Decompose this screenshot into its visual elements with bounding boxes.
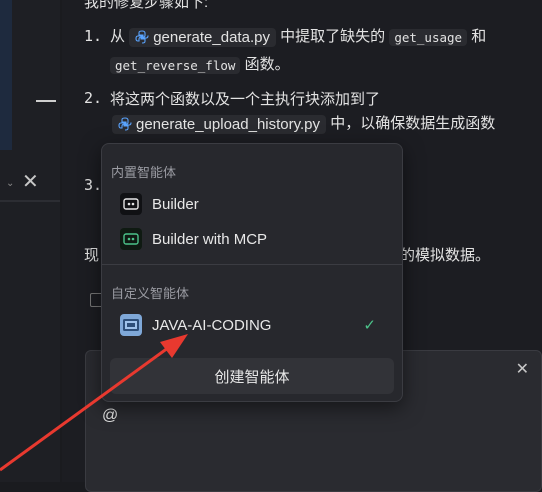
step-number: 3. bbox=[84, 176, 103, 194]
step-text: 中，以确保数据生成函数 bbox=[330, 115, 496, 132]
menu-item-builder-mcp[interactable]: Builder with MCP bbox=[110, 224, 394, 254]
more-icon[interactable]: ⌄ bbox=[6, 178, 14, 189]
menu-item-java-ai-coding[interactable]: JAVA-AI-CODING ✓ bbox=[110, 310, 394, 340]
step-text: 从 bbox=[110, 28, 126, 45]
summary-suffix: 的模拟数据。 bbox=[400, 247, 491, 264]
section-title-builtin: 内置智能体 bbox=[111, 165, 177, 180]
menu-item-builder[interactable]: Builder bbox=[110, 189, 394, 219]
step-text: 和 bbox=[471, 28, 487, 45]
close-icon[interactable]: ✕ bbox=[516, 359, 529, 379]
menu-item-label: Builder with MCP bbox=[152, 230, 268, 248]
section-title-custom: 自定义智能体 bbox=[111, 286, 190, 301]
step-2-line-2: generate_upload_history.py 中，以确保数据生成函数 bbox=[112, 112, 495, 134]
builder-mcp-icon bbox=[120, 228, 142, 250]
chat-input-value[interactable]: @ bbox=[102, 407, 118, 425]
step-1-line-2: get_reverse_flow 函数。 bbox=[110, 53, 290, 74]
step-1-line: 从 generate_data.py 中提取了缺失的 get_usage 和 bbox=[110, 25, 486, 47]
file-chip-label: generate_upload_history.py bbox=[136, 115, 321, 133]
close-icon[interactable]: ✕ bbox=[22, 172, 39, 192]
builder-icon bbox=[120, 193, 142, 215]
header-text: 我的修复步骤如下: bbox=[84, 0, 209, 11]
step-text: 函数。 bbox=[244, 56, 290, 73]
menu-divider bbox=[102, 264, 402, 265]
step-number: 1. bbox=[84, 27, 103, 45]
code-inline: get_reverse_flow bbox=[110, 56, 241, 74]
code-inline: get_usage bbox=[389, 28, 468, 46]
left-panel: ⌄ ✕ bbox=[0, 0, 60, 482]
file-chip[interactable]: generate_data.py bbox=[129, 27, 276, 47]
java-agent-icon bbox=[120, 314, 142, 336]
step-number: 2. bbox=[84, 89, 103, 107]
menu-item-label: JAVA-AI-CODING bbox=[152, 316, 272, 334]
check-icon: ✓ bbox=[363, 317, 376, 334]
python-icon bbox=[135, 29, 149, 44]
file-chip[interactable]: generate_upload_history.py bbox=[112, 114, 327, 134]
python-icon bbox=[118, 116, 132, 131]
scroll-indicator[interactable] bbox=[36, 100, 56, 102]
left-panel-editor bbox=[0, 0, 12, 150]
agent-menu: 内置智能体 Builder Builder with MCP 自定义智能体 JA… bbox=[101, 143, 403, 402]
summary-prefix: 现 bbox=[84, 247, 100, 264]
step-text: 中提取了缺失的 bbox=[280, 28, 386, 45]
menu-item-label: Builder bbox=[152, 195, 199, 213]
create-agent-button[interactable]: 创建智能体 bbox=[110, 358, 394, 394]
step-2-text: 将这两个函数以及一个主执行块添加到了 bbox=[110, 91, 381, 108]
file-chip-label: generate_data.py bbox=[153, 28, 270, 46]
left-divider bbox=[0, 200, 60, 202]
